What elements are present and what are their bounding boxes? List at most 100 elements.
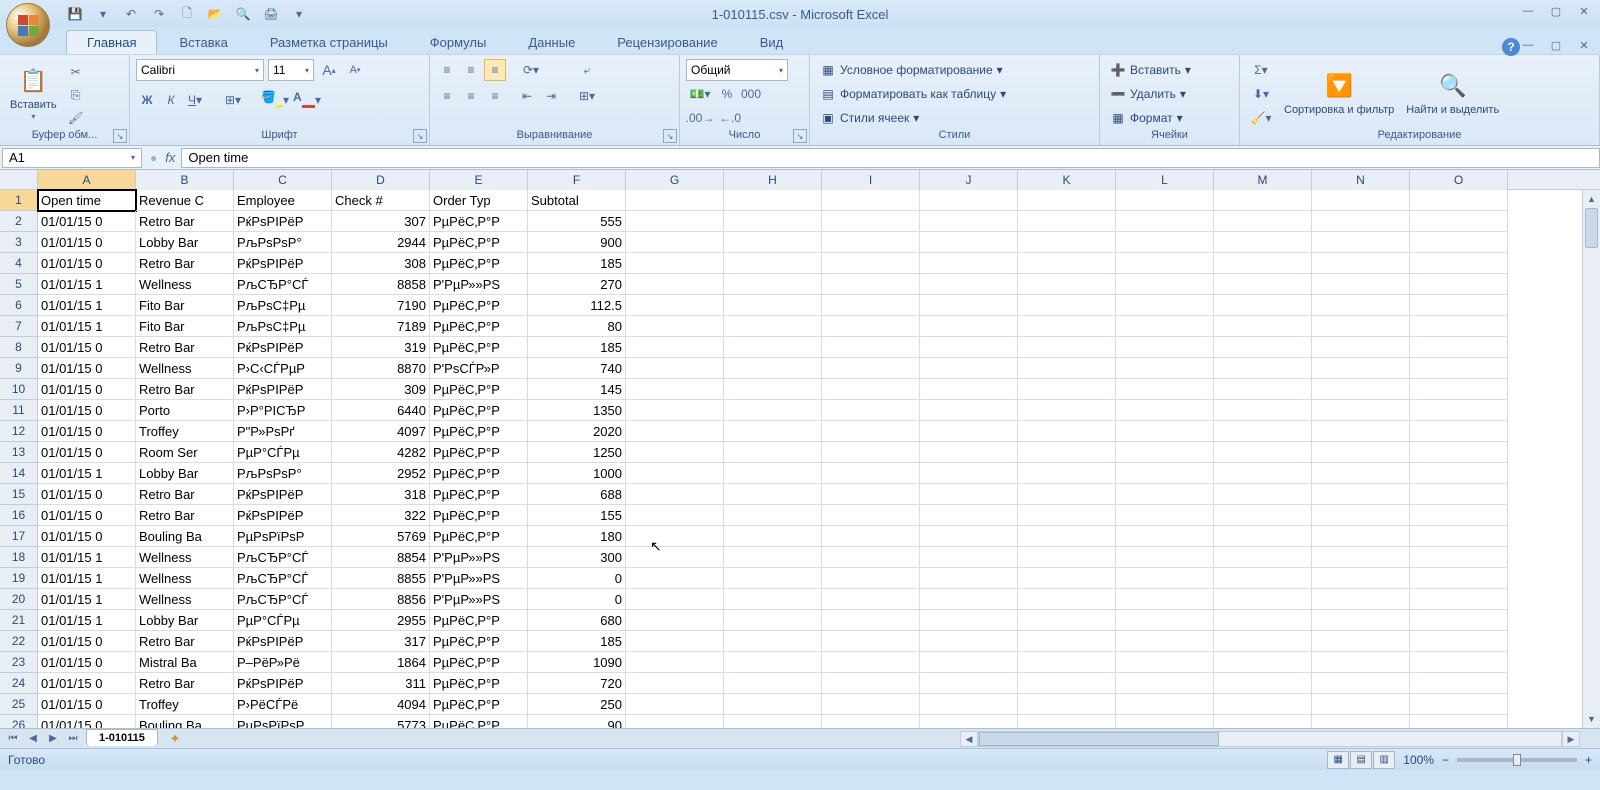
cell[interactable]: 01/01/15 1: [38, 568, 136, 589]
cell[interactable]: [822, 631, 920, 652]
cell[interactable]: [1312, 232, 1410, 253]
cell[interactable]: [626, 463, 724, 484]
quick-print-icon[interactable]: 🖨: [262, 5, 280, 23]
cell[interactable]: 145: [528, 379, 626, 400]
cell[interactable]: РµРѕРїРѕР: [234, 526, 332, 547]
accounting-format-icon[interactable]: 💵▾: [686, 83, 714, 105]
normal-view-icon[interactable]: ▦: [1327, 751, 1349, 769]
cell[interactable]: [1410, 337, 1508, 358]
cell[interactable]: 01/01/15 1: [38, 547, 136, 568]
cell[interactable]: [1018, 253, 1116, 274]
cell[interactable]: [1214, 379, 1312, 400]
cell[interactable]: [1214, 526, 1312, 547]
comma-format-icon[interactable]: 000: [740, 83, 762, 105]
cell[interactable]: [626, 715, 724, 728]
row-header-11[interactable]: 11: [0, 400, 38, 421]
cell[interactable]: [920, 505, 1018, 526]
cell[interactable]: [724, 379, 822, 400]
cell[interactable]: РµРёС‚Р°Р: [430, 631, 528, 652]
cell[interactable]: Р'РѕСЃР»Р: [430, 358, 528, 379]
maximize-button[interactable]: ▢: [1544, 2, 1568, 20]
cell[interactable]: [626, 358, 724, 379]
cell[interactable]: Р'РµР»»РЅ: [430, 568, 528, 589]
cell[interactable]: 1250: [528, 442, 626, 463]
cell[interactable]: [1410, 694, 1508, 715]
cell[interactable]: [1018, 484, 1116, 505]
col-header-K[interactable]: K: [1018, 170, 1116, 190]
cell[interactable]: [1018, 463, 1116, 484]
cell[interactable]: [920, 400, 1018, 421]
cell[interactable]: 01/01/15 1: [38, 316, 136, 337]
zoom-thumb[interactable]: [1513, 754, 1521, 766]
cell-grid[interactable]: Open timeRevenue CEmployeeCheck #Order T…: [38, 190, 1508, 728]
cell[interactable]: [724, 358, 822, 379]
cell[interactable]: [1116, 715, 1214, 728]
zoom-out-icon[interactable]: −: [1442, 753, 1449, 767]
undo-icon[interactable]: ↶: [122, 5, 140, 23]
cell[interactable]: [626, 568, 724, 589]
insert-cells-button[interactable]: ➕Вставить ▾: [1106, 59, 1195, 81]
cell[interactable]: Employee: [234, 190, 332, 211]
cell[interactable]: [1312, 295, 1410, 316]
cell[interactable]: 311: [332, 673, 430, 694]
cell[interactable]: РµРёС‚Р°Р: [430, 715, 528, 728]
cell[interactable]: [1312, 610, 1410, 631]
cell[interactable]: [626, 295, 724, 316]
cell[interactable]: [1312, 568, 1410, 589]
font-launcher[interactable]: ↘: [413, 129, 427, 143]
cell[interactable]: [1312, 589, 1410, 610]
cell[interactable]: [1410, 715, 1508, 728]
row-header-16[interactable]: 16: [0, 505, 38, 526]
cell[interactable]: 6440: [332, 400, 430, 421]
bold-button[interactable]: Ж: [136, 89, 158, 111]
cell[interactable]: [1312, 253, 1410, 274]
col-header-L[interactable]: L: [1116, 170, 1214, 190]
cell[interactable]: [1410, 295, 1508, 316]
cell[interactable]: 112.5: [528, 295, 626, 316]
row-header-17[interactable]: 17: [0, 526, 38, 547]
cut-icon[interactable]: ✂: [65, 61, 87, 83]
name-box[interactable]: A1▾: [2, 148, 142, 168]
cell[interactable]: Р›Р°РІСЂР: [234, 400, 332, 421]
cell[interactable]: 2955: [332, 610, 430, 631]
cell[interactable]: [724, 484, 822, 505]
cell[interactable]: Wellness: [136, 568, 234, 589]
cell[interactable]: [920, 379, 1018, 400]
row-header-7[interactable]: 7: [0, 316, 38, 337]
cell[interactable]: [724, 316, 822, 337]
cell[interactable]: [920, 631, 1018, 652]
cell[interactable]: [822, 232, 920, 253]
cell[interactable]: [920, 673, 1018, 694]
cell[interactable]: 900: [528, 232, 626, 253]
cell[interactable]: [822, 673, 920, 694]
col-header-A[interactable]: A: [38, 170, 136, 190]
cell[interactable]: 270: [528, 274, 626, 295]
clear-icon[interactable]: 🧹▾: [1246, 107, 1276, 129]
cell[interactable]: РљРѕРѕР°: [234, 232, 332, 253]
cell[interactable]: [822, 652, 920, 673]
cell[interactable]: Retro Bar: [136, 211, 234, 232]
cell[interactable]: [1018, 211, 1116, 232]
cell[interactable]: [1214, 211, 1312, 232]
col-header-H[interactable]: H: [724, 170, 822, 190]
col-header-N[interactable]: N: [1312, 170, 1410, 190]
cell[interactable]: [822, 316, 920, 337]
cell[interactable]: РµР°СЃРµ: [234, 442, 332, 463]
cell[interactable]: [724, 526, 822, 547]
cell[interactable]: 4282: [332, 442, 430, 463]
row-header-2[interactable]: 2: [0, 211, 38, 232]
cell[interactable]: [1312, 673, 1410, 694]
cell[interactable]: 308: [332, 253, 430, 274]
cell[interactable]: 01/01/15 0: [38, 421, 136, 442]
col-header-C[interactable]: C: [234, 170, 332, 190]
find-select-button[interactable]: 🔍 Найти и выделить: [1402, 59, 1503, 127]
cell[interactable]: [1410, 442, 1508, 463]
cell[interactable]: [1018, 652, 1116, 673]
qat-dropdown-icon[interactable]: ▾: [94, 5, 112, 23]
close-button[interactable]: ✕: [1572, 2, 1596, 20]
cell[interactable]: 555: [528, 211, 626, 232]
cell[interactable]: 01/01/15 0: [38, 484, 136, 505]
underline-button[interactable]: Ч▾: [184, 89, 206, 111]
cell[interactable]: 01/01/15 0: [38, 358, 136, 379]
cell[interactable]: 8854: [332, 547, 430, 568]
